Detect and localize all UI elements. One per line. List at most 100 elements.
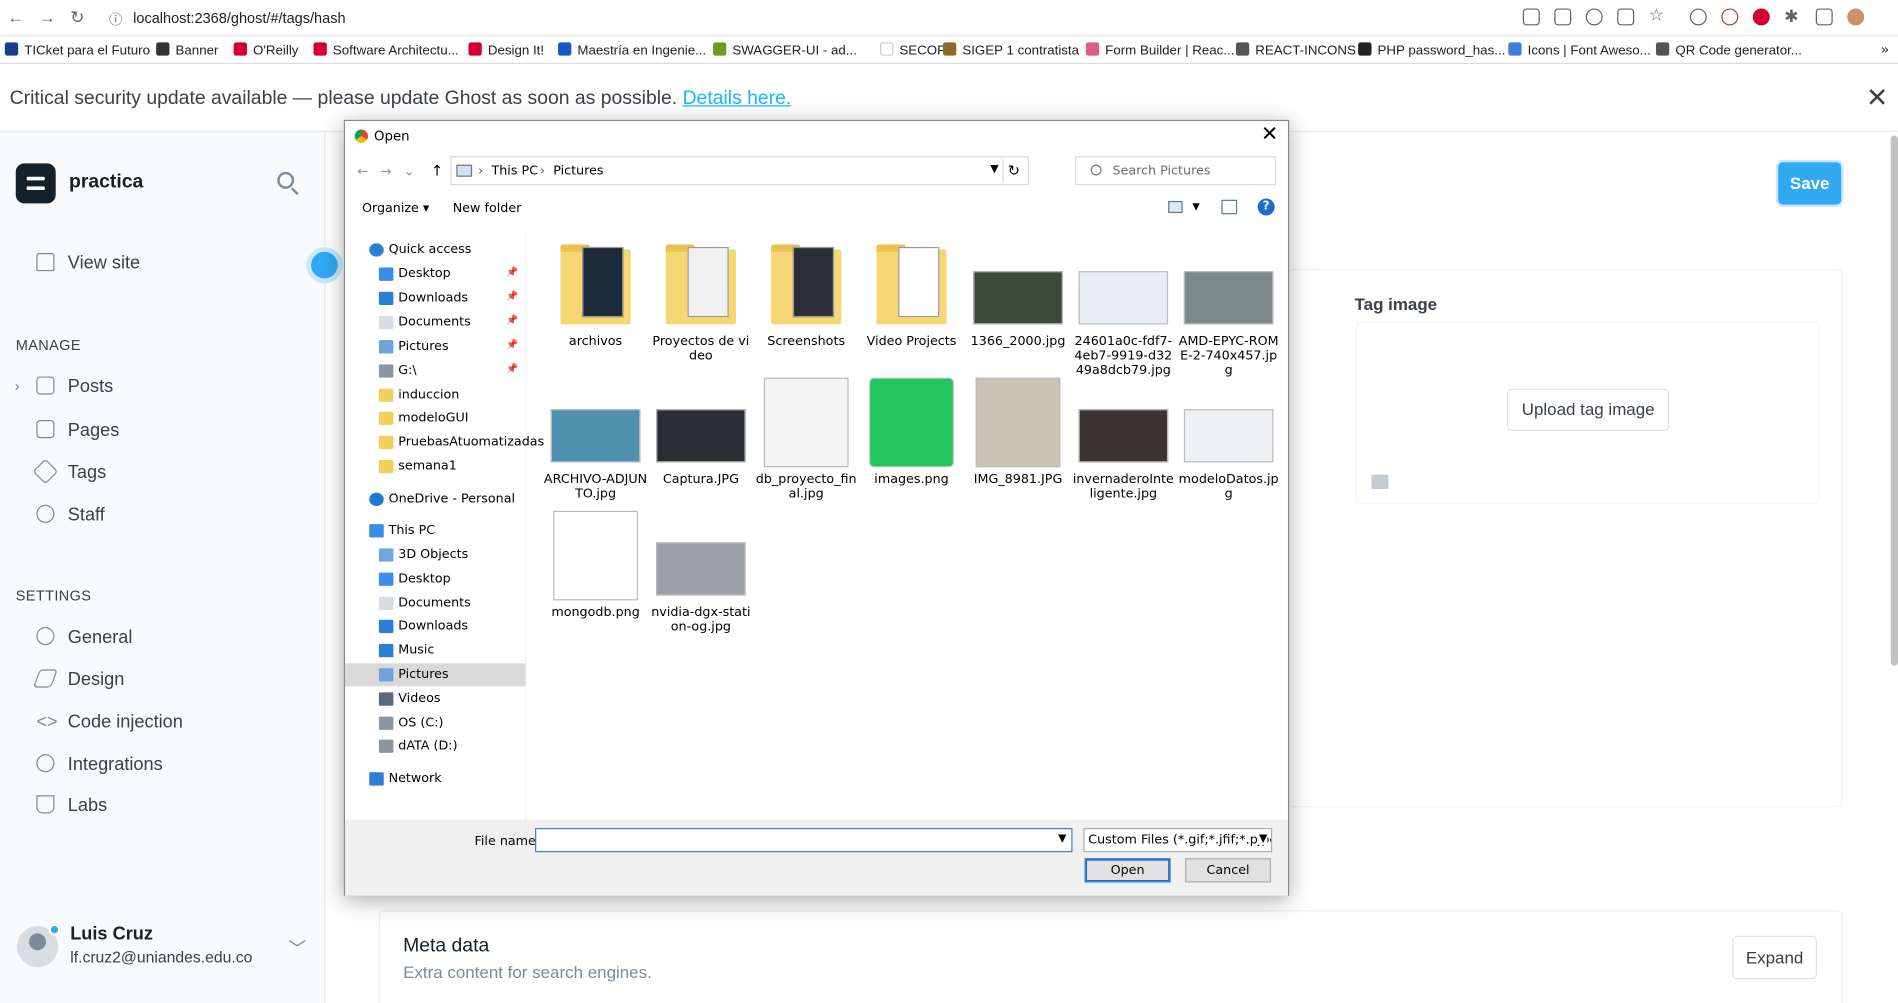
nav-tags[interactable]: Tags — [32, 458, 106, 485]
help-icon[interactable]: ? — [1257, 198, 1275, 216]
tree-item[interactable]: Documents — [345, 592, 525, 615]
folder-item[interactable]: Video Projects — [859, 240, 963, 349]
tree-item[interactable]: semana1 — [345, 455, 525, 478]
breadcrumb-pictures[interactable]: Pictures — [553, 163, 603, 178]
chevron-down-icon[interactable]: ﹀ — [288, 936, 306, 961]
tree-item[interactable]: modeloGUI — [345, 407, 525, 430]
nav-posts[interactable]: › Posts — [15, 376, 113, 397]
expand-button[interactable]: Expand — [1732, 935, 1817, 980]
bookmark-item[interactable]: O'Reilly — [233, 42, 298, 58]
zoom-icon[interactable] — [1585, 8, 1603, 26]
open-button[interactable]: Open — [1084, 858, 1171, 883]
extension-icon[interactable] — [1689, 8, 1707, 26]
tree-item[interactable]: G:\ 📌 — [345, 360, 525, 383]
tree-item[interactable]: Music — [345, 639, 525, 662]
share-icon[interactable] — [1617, 8, 1635, 26]
new-folder-button[interactable]: New folder — [453, 201, 522, 216]
search-input[interactable]: Search Pictures — [1074, 156, 1276, 186]
tree-item[interactable]: Pictures — [344, 663, 526, 687]
tree-item[interactable]: Desktop 📌 — [345, 263, 525, 286]
tree-item[interactable]: PruebasAtuomatizadas — [345, 431, 544, 454]
bookmark-item[interactable]: Software Architectu... — [313, 42, 459, 58]
close-icon[interactable]: ✕ — [1866, 82, 1888, 113]
tree-item[interactable]: Downloads 📌 — [345, 287, 525, 310]
file-item[interactable]: images.png — [859, 377, 963, 487]
organize-menu[interactable]: Organize ▾ — [362, 201, 429, 216]
bookmark-item[interactable]: PHP password_has... — [1358, 42, 1505, 58]
search-icon[interactable] — [277, 171, 295, 189]
site-logo[interactable] — [15, 163, 56, 204]
view-icon[interactable] — [1168, 200, 1183, 214]
tree-item[interactable]: 3D Objects — [345, 544, 525, 567]
nav-view-site[interactable]: View site — [36, 252, 140, 274]
chevron-down-icon[interactable]: ▼ — [990, 163, 998, 175]
alert-details-link[interactable]: Details here. — [683, 88, 792, 109]
file-item[interactable]: 1366_2000.jpg — [966, 240, 1070, 349]
tree-item[interactable]: induccion — [345, 384, 525, 407]
tree-item[interactable]: Desktop — [345, 568, 525, 591]
tree-item[interactable]: Quick access — [345, 238, 525, 261]
extension-icon[interactable] — [1721, 8, 1739, 26]
site-title[interactable]: practica — [69, 172, 143, 194]
path-breadcrumb[interactable]: › This PC › Pictures ▼ ↻ — [450, 156, 1029, 186]
site-info-icon[interactable]: ⓘ — [109, 10, 122, 29]
nav-general[interactable]: General — [36, 627, 132, 648]
file-item[interactable]: invernaderoInteligente.jpg — [1071, 378, 1175, 501]
page-scrollbar[interactable] — [1890, 135, 1898, 666]
file-item[interactable]: ARCHIVO-ADJUNTO.jpg — [544, 378, 648, 501]
nav-integrations[interactable]: Integrations — [36, 754, 163, 775]
close-icon[interactable]: ✕ — [1261, 122, 1278, 146]
key-icon[interactable] — [1522, 8, 1540, 26]
folder-item[interactable]: Proyectos de video — [649, 240, 753, 363]
reload-icon[interactable]: ↻ — [70, 7, 84, 28]
folder-item[interactable]: Screenshots — [754, 240, 858, 349]
bookmark-item[interactable]: TICket para el Futuro — [4, 42, 150, 58]
bookmark-item[interactable]: Icons | Font Aweso... — [1508, 42, 1651, 58]
file-item[interactable]: modeloDatos.jpg — [1177, 378, 1281, 501]
breadcrumb-this-pc[interactable]: This PC — [491, 163, 538, 178]
tree-item[interactable]: This PC — [345, 519, 525, 542]
tree-item[interactable]: Downloads — [345, 615, 525, 638]
file-item[interactable]: nvidia-dgx-station-og.jpg — [649, 511, 753, 634]
tree-item[interactable]: OneDrive - Personal — [345, 488, 525, 511]
file-item[interactable]: Captura.JPG — [649, 378, 753, 487]
file-item[interactable]: db_proyecto_final.jpg — [754, 377, 858, 501]
nav-labs[interactable]: Labs — [36, 795, 107, 816]
bookmark-item[interactable]: SWAGGER-UI - ad... — [712, 42, 857, 58]
puzzle-icon[interactable]: ✱ — [1784, 6, 1798, 27]
bookmark-item[interactable]: Design It! — [468, 42, 544, 58]
upload-tag-image-button[interactable]: Upload tag image — [1507, 388, 1670, 431]
tree-item[interactable]: OS (C:) — [345, 712, 525, 735]
file-item[interactable]: AMD-EPYC-ROME-2-740x457.jpg — [1177, 240, 1281, 378]
folder-item[interactable]: archivos — [544, 240, 648, 349]
refresh-icon[interactable]: ↻ — [1002, 158, 1024, 183]
bookmark-item[interactable]: Form Builder | Reac... — [1085, 42, 1234, 58]
save-button[interactable]: Save — [1778, 162, 1842, 205]
file-name-input[interactable]: ▼ — [535, 827, 1073, 853]
tree-item[interactable]: Network — [345, 767, 525, 790]
bookmark-item[interactable]: Banner — [156, 42, 218, 58]
bookmark-item[interactable]: REACT-INCONS — [1235, 42, 1356, 58]
cancel-button[interactable]: Cancel — [1185, 858, 1272, 883]
back-icon[interactable]: ← — [7, 7, 24, 26]
bookmark-item[interactable]: SIGEP 1 contratista — [942, 42, 1079, 58]
sidepanel-icon[interactable] — [1815, 8, 1833, 26]
bookmark-item[interactable]: QR Code generator... — [1655, 42, 1802, 58]
tree-item[interactable]: Pictures 📌 — [345, 335, 525, 358]
chevron-right-icon[interactable]: › — [15, 376, 20, 394]
url-bar[interactable]: localhost:2368/ghost/#/tags/hash — [133, 10, 345, 27]
nav-pages[interactable]: Pages — [36, 420, 119, 441]
more-bookmarks-icon[interactable]: » — [1881, 42, 1888, 57]
preview-pane-icon[interactable] — [1221, 199, 1238, 215]
opera-icon[interactable] — [1752, 8, 1770, 26]
up-arrow-icon[interactable]: ↑ — [431, 162, 443, 179]
nav-design[interactable]: Design — [33, 669, 124, 690]
translate-icon[interactable] — [1554, 8, 1572, 26]
chevron-down-icon[interactable]: ▼ — [1192, 201, 1199, 212]
nav-code-injection[interactable]: <> Code injection — [36, 712, 183, 733]
bookmark-item[interactable]: Maestría en Ingenie... — [558, 42, 706, 58]
file-item[interactable]: 24601a0c-fdf7-4eb7-9919-d3249a8dcb79.jpg — [1071, 240, 1175, 378]
file-type-select[interactable]: Custom Files (*.gif;*.jfif;*.pjpeg; ▼ — [1083, 827, 1273, 853]
file-item[interactable]: IMG_8981.JPG — [966, 377, 1070, 487]
chevron-down-icon[interactable]: ▼ — [1259, 832, 1268, 845]
